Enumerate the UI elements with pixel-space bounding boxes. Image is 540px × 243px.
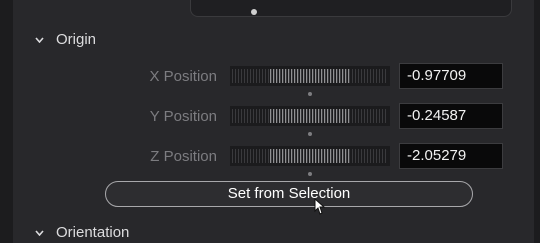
y-position-row: Y Position -0.24587 xyxy=(0,103,540,136)
x-position-row: X Position -0.97709 xyxy=(0,63,540,96)
z-position-value-field[interactable]: -2.05279 xyxy=(399,143,503,169)
slider-center-ticks xyxy=(270,69,350,83)
slider-indicator-dot xyxy=(308,92,312,96)
slider-center-ticks xyxy=(270,149,350,163)
orientation-section-label: Orientation xyxy=(56,224,130,241)
slider-indicator-dot xyxy=(308,172,312,176)
origin-section-label: Origin xyxy=(56,31,97,48)
chevron-down-icon xyxy=(35,229,44,236)
z-position-row: Z Position -2.05279 xyxy=(0,143,540,176)
mouse-pointer-icon xyxy=(314,198,326,215)
slider-indicator-dot xyxy=(308,132,312,136)
x-position-label: X Position xyxy=(149,68,217,85)
top-partial-slider[interactable] xyxy=(190,0,512,17)
y-position-label: Y Position xyxy=(149,108,217,125)
set-from-selection-button[interactable]: Set from Selection xyxy=(105,181,473,207)
x-position-value-field[interactable]: -0.97709 xyxy=(399,63,503,89)
y-position-value-field[interactable]: -0.24587 xyxy=(399,103,503,129)
slider-center-ticks xyxy=(270,109,350,123)
orientation-section-header[interactable]: Orientation xyxy=(35,224,129,241)
x-position-slider[interactable] xyxy=(230,66,390,96)
origin-section-header[interactable]: Origin xyxy=(35,31,96,48)
z-position-label: Z Position xyxy=(150,148,217,165)
chevron-down-icon xyxy=(35,36,44,43)
y-position-slider[interactable] xyxy=(230,106,390,136)
z-position-slider[interactable] xyxy=(230,146,390,176)
slider-handle[interactable] xyxy=(251,9,257,15)
